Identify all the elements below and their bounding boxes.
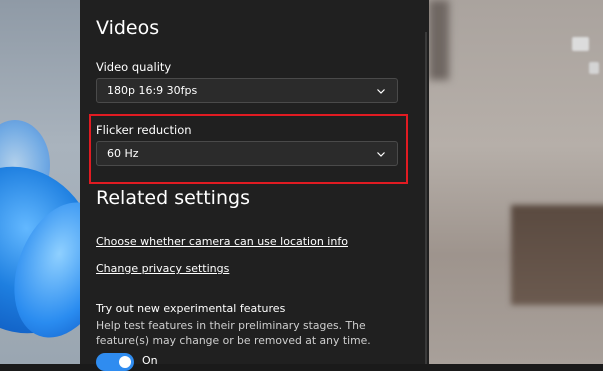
scrollbar[interactable] — [425, 32, 427, 364]
experimental-features-toggle[interactable] — [96, 353, 134, 371]
toggle-state-label: On — [142, 354, 158, 367]
chevron-down-icon — [377, 151, 385, 157]
flicker-reduction-label: Flicker reduction — [96, 123, 192, 137]
video-quality-label: Video quality — [96, 60, 172, 74]
experimental-features-description: Help test features in their preliminary … — [96, 319, 371, 347]
preview-shadow — [429, 0, 449, 80]
video-quality-value: 180p 16:9 30fps — [107, 84, 198, 97]
flicker-reduction-dropdown[interactable]: 60 Hz — [96, 141, 398, 166]
desktop-wallpaper — [0, 0, 80, 364]
location-info-link[interactable]: Choose whether camera can use location i… — [96, 235, 348, 248]
camera-settings-pane: Videos Video quality 180p 16:9 30fps Fli… — [80, 0, 429, 371]
chevron-down-icon — [377, 88, 385, 94]
privacy-settings-link[interactable]: Change privacy settings — [96, 262, 229, 275]
preview-wall-object — [589, 62, 599, 74]
preview-dark-object — [511, 205, 603, 305]
preview-wall-object — [572, 37, 589, 51]
flicker-reduction-value: 60 Hz — [107, 147, 139, 160]
videos-heading: Videos — [96, 17, 160, 39]
video-quality-dropdown[interactable]: 180p 16:9 30fps — [96, 78, 398, 103]
camera-preview — [429, 0, 603, 364]
related-settings-heading: Related settings — [96, 187, 250, 209]
experimental-features-title: Try out new experimental features — [96, 302, 286, 315]
